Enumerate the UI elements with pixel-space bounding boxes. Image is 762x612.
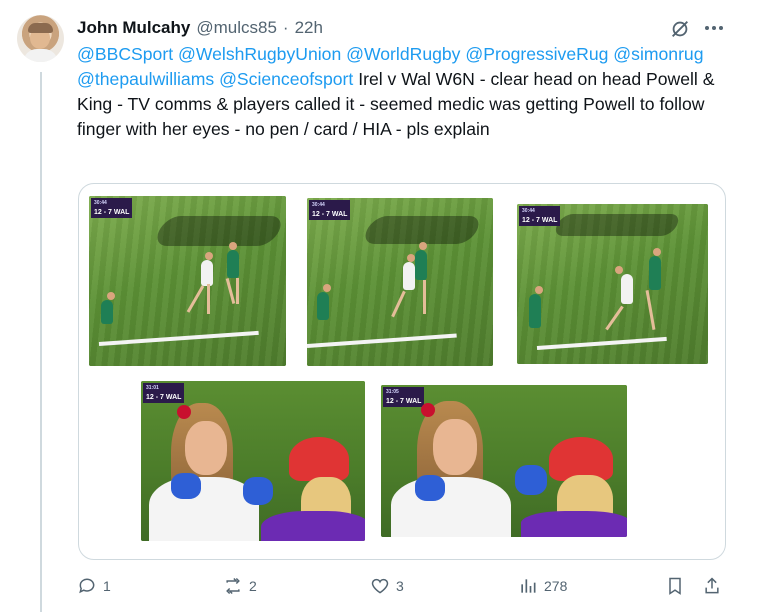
repost-icon (226, 577, 240, 595)
like-button[interactable]: 3 (370, 572, 404, 600)
bookmark-button[interactable] (665, 572, 685, 600)
like-count: 3 (396, 578, 404, 594)
mention-scienceofsport[interactable]: @Scienceofsport (219, 69, 353, 89)
reply-icon (79, 578, 95, 594)
repost-count: 2 (249, 578, 257, 594)
timestamp[interactable]: 22h (295, 18, 323, 38)
media-collage[interactable]: 30:44 12 - 7 WAL 30:44 12 - 7 WAL 30:44 12 … (78, 183, 726, 560)
media-frame-5[interactable]: 31:05 12 - 7 WAL (381, 385, 627, 537)
score-overlay: 31:05 12 - 7 WAL (383, 387, 425, 407)
reply-button[interactable]: 1 (77, 572, 111, 600)
score-overlay: 30:44 12 - 7 WAL (519, 206, 561, 226)
views-count: 278 (544, 578, 568, 594)
mention-worldrugby[interactable]: @WorldRugby (346, 44, 460, 64)
bookmark-icon (669, 577, 681, 595)
reply-count: 1 (103, 578, 111, 594)
views-icon (521, 579, 536, 593)
repost-button[interactable]: 2 (223, 572, 257, 600)
avatar[interactable] (17, 15, 64, 62)
score-overlay: 31:01 12 - 7 WAL (143, 383, 185, 403)
score-overlay: 30:44 12 - 7 WAL (309, 200, 351, 220)
media-frame-3[interactable]: 30:44 12 - 7 WAL (517, 204, 708, 364)
author-name[interactable]: John Mulcahy (77, 18, 190, 38)
mention-progressiverug[interactable]: @ProgressiveRug (465, 44, 608, 64)
separator-dot: · (282, 18, 289, 37)
media-frame-4[interactable]: 31:01 12 - 7 WAL (141, 381, 365, 541)
action-bar: 1 2 3 278 (77, 572, 727, 600)
mention-simonrug[interactable]: @simonrug (613, 44, 703, 64)
author-handle[interactable]: @mulcs85 (196, 18, 277, 38)
tweet-text: @BBCSport @WelshRugbyUnion @WorldRugby @… (77, 42, 727, 142)
mention-thepaulwilliams[interactable]: @thepaulwilliams (77, 69, 214, 89)
mention-welshrugbyunion[interactable]: @WelshRugbyUnion (178, 44, 341, 64)
media-frame-2[interactable]: 30:44 12 - 7 WAL (307, 198, 493, 366)
views-button[interactable]: 278 (518, 572, 567, 600)
tweet-header: John Mulcahy @mulcs85 · 22h (77, 16, 323, 40)
share-icon (705, 577, 719, 594)
media-frame-1[interactable]: 30:44 12 - 7 WAL (89, 196, 286, 366)
thread-line (40, 72, 42, 612)
like-icon (371, 578, 389, 594)
grok-icon[interactable] (666, 15, 694, 43)
share-button[interactable] (702, 572, 722, 600)
mention-bbcsport[interactable]: @BBCSport (77, 44, 173, 64)
score-overlay: 30:44 12 - 7 WAL (91, 198, 133, 218)
more-icon[interactable] (700, 14, 728, 42)
